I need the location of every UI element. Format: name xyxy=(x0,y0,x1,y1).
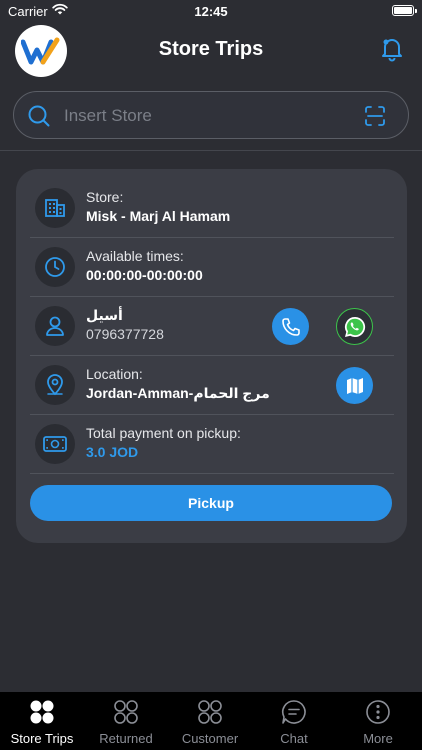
contact-name: أسيل xyxy=(86,307,123,323)
grid-outline-icon xyxy=(114,700,138,724)
tab-chat[interactable]: Chat xyxy=(252,692,336,750)
call-button[interactable] xyxy=(272,308,309,345)
store-label: Store: xyxy=(86,189,124,205)
tab-label: Chat xyxy=(280,731,308,746)
payment-label: Total payment on pickup: xyxy=(86,425,241,441)
store-row: Store: Misk - Marj Al Hamam xyxy=(30,179,394,238)
location-value: Jordan-Amman-مرج الحمام xyxy=(86,385,270,401)
more-dots-icon xyxy=(366,700,390,724)
map-button[interactable] xyxy=(336,367,373,404)
status-bar: Carrier 12:45 xyxy=(0,0,422,22)
header: Store Trips xyxy=(0,22,422,78)
search-icon xyxy=(28,105,50,127)
bell-icon[interactable] xyxy=(380,36,404,62)
tab-label: Store Trips xyxy=(10,731,74,746)
tab-more[interactable]: More xyxy=(336,692,420,750)
whatsapp-button[interactable] xyxy=(336,308,373,345)
tab-store-trips[interactable]: Store Trips xyxy=(0,692,84,750)
cash-icon xyxy=(35,424,75,464)
tab-returned[interactable]: Returned xyxy=(84,692,168,750)
grid-icon xyxy=(30,700,54,724)
payment-row: Total payment on pickup: 3.0 JOD xyxy=(30,415,394,474)
map-icon xyxy=(346,377,363,394)
chat-bubble-icon xyxy=(282,700,306,724)
tab-label: Customer xyxy=(181,731,239,746)
contact-row: أسيل 0796377728 xyxy=(30,297,394,356)
status-time: 12:45 xyxy=(194,4,228,19)
tab-label: More xyxy=(363,731,393,746)
location-pin-icon xyxy=(35,365,75,405)
times-row: Available times: 00:00:00-00:00:00 xyxy=(30,238,394,297)
bottom-tab-bar: Store Trips Returned Customer Chat More xyxy=(0,692,422,750)
phone-icon xyxy=(281,317,300,336)
header-divider xyxy=(0,150,422,151)
tab-customer[interactable]: Customer xyxy=(168,692,252,750)
clock-icon xyxy=(35,247,75,287)
page-title: Store Trips xyxy=(158,38,264,60)
building-icon xyxy=(35,188,75,228)
user-icon xyxy=(35,306,75,346)
payment-amount: 3.0 JOD xyxy=(86,444,139,460)
pickup-button[interactable]: Pickup xyxy=(30,485,392,521)
contact-phone: 0796377728 xyxy=(86,326,164,342)
times-label: Available times: xyxy=(86,248,184,264)
location-row: Location: Jordan-Amman-مرج الحمام xyxy=(30,356,394,415)
battery-icon xyxy=(392,5,417,16)
location-label: Location: xyxy=(86,366,143,382)
store-name: Misk - Marj Al Hamam xyxy=(86,208,231,224)
tab-label: Returned xyxy=(99,731,153,746)
grid-outline-icon xyxy=(198,700,222,724)
scan-icon[interactable] xyxy=(364,105,386,127)
search-input[interactable] xyxy=(64,102,344,130)
search-bar xyxy=(13,91,409,139)
whatsapp-icon xyxy=(344,316,365,337)
times-value: 00:00:00-00:00:00 xyxy=(86,267,203,283)
store-trip-card: Store: Misk - Marj Al Hamam Available ti… xyxy=(16,169,407,543)
